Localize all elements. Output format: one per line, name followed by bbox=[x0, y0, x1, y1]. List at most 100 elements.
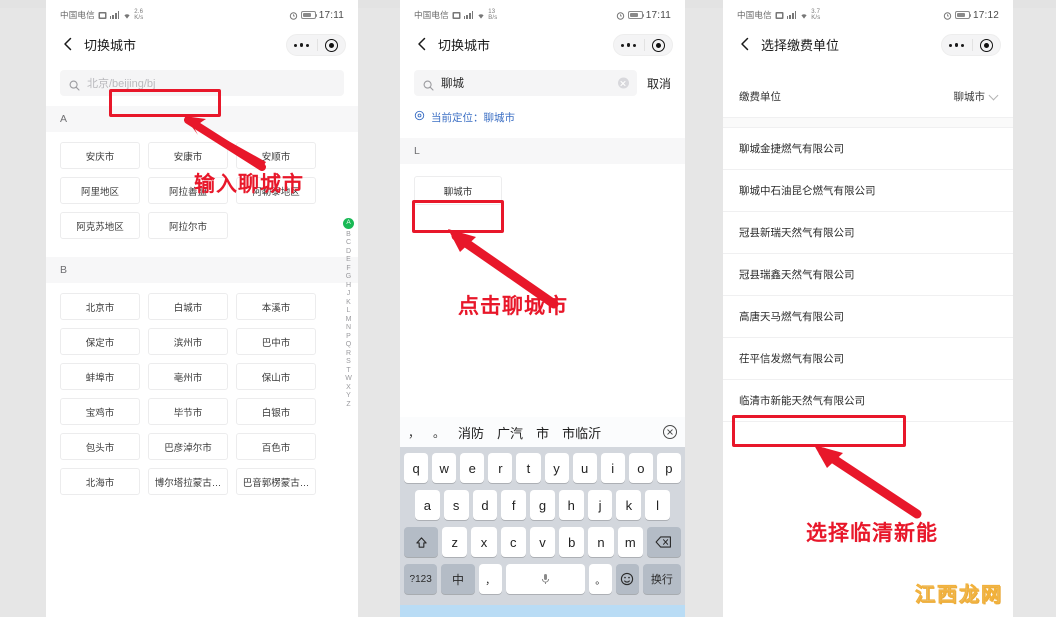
city-chip[interactable]: 巴音郭楞蒙古… bbox=[236, 468, 316, 495]
key-h[interactable]: h bbox=[558, 490, 584, 520]
city-chip[interactable]: 百色市 bbox=[236, 433, 316, 460]
candidate-item[interactable]: ， bbox=[408, 424, 420, 441]
key-u[interactable]: u bbox=[572, 453, 597, 483]
city-chip[interactable]: 安康市 bbox=[148, 142, 228, 169]
company-row[interactable]: 冠县新瑞天然气有限公司 bbox=[723, 212, 1013, 254]
key-z[interactable]: z bbox=[442, 527, 468, 557]
candidate-list[interactable]: ， 。消防 广汽市市临沂 bbox=[408, 423, 601, 442]
key-y[interactable]: y bbox=[544, 453, 569, 483]
more-dots-icon[interactable] bbox=[287, 43, 317, 47]
company-row[interactable]: 茌平信发燃气有限公司 bbox=[723, 338, 1013, 380]
city-chip[interactable]: 巴彦淖尔市 bbox=[148, 433, 228, 460]
index-letter-active[interactable]: A bbox=[343, 218, 354, 229]
company-row[interactable]: 临清市新能天然气有限公司 bbox=[723, 380, 1013, 422]
chevron-left-icon[interactable] bbox=[58, 34, 78, 54]
city-chip[interactable]: 保定市 bbox=[60, 328, 140, 355]
key-d[interactable]: d bbox=[472, 490, 498, 520]
city-chip[interactable]: 蚌埠市 bbox=[60, 363, 140, 390]
city-chip[interactable]: 北海市 bbox=[60, 468, 140, 495]
company-row[interactable]: 高唐天马燃气有限公司 bbox=[723, 296, 1013, 338]
more-dots-icon[interactable] bbox=[614, 43, 644, 47]
index-letter[interactable]: S bbox=[346, 358, 351, 365]
index-letter[interactable]: W bbox=[345, 375, 352, 382]
city-chip[interactable]: 巴中市 bbox=[236, 328, 316, 355]
city-chip[interactable]: 安顺市 bbox=[236, 142, 316, 169]
search-input[interactable]: 北京/beijing/bj bbox=[60, 70, 344, 96]
city-chip[interactable]: 保山市 bbox=[236, 363, 316, 390]
backspace-icon[interactable] bbox=[646, 527, 681, 557]
city-chip[interactable]: 亳州市 bbox=[148, 363, 228, 390]
numeric-key[interactable]: ?123 bbox=[404, 564, 438, 594]
key-l[interactable]: l bbox=[645, 490, 671, 520]
city-result-chip[interactable]: 聊城市 bbox=[414, 176, 502, 205]
city-chip[interactable]: 博尔塔拉蒙古… bbox=[148, 468, 228, 495]
key-x[interactable]: x bbox=[471, 527, 497, 557]
city-chip[interactable]: 毕节市 bbox=[148, 398, 228, 425]
emoji-smiley-icon[interactable] bbox=[615, 564, 639, 594]
index-letter[interactable]: Y bbox=[346, 392, 351, 399]
index-letter[interactable]: R bbox=[346, 350, 351, 357]
city-chip[interactable]: 白银市 bbox=[236, 398, 316, 425]
city-chip[interactable]: 北京市 bbox=[60, 293, 140, 320]
city-chip[interactable]: 阿里地区 bbox=[60, 177, 140, 204]
candidate-item[interactable]: 消防 bbox=[458, 423, 484, 442]
alphabet-index[interactable]: ABCDEFGHJKLMNPQRSTWXYZ bbox=[343, 218, 354, 408]
city-chip[interactable]: 宝鸡市 bbox=[60, 398, 140, 425]
payment-unit-field[interactable]: 缴费单位 聊城市 bbox=[723, 76, 1013, 118]
chevron-left-icon[interactable] bbox=[412, 34, 432, 54]
key-f[interactable]: f bbox=[501, 490, 527, 520]
candidate-item[interactable]: 市临沂 bbox=[562, 423, 601, 442]
target-icon[interactable] bbox=[644, 38, 672, 52]
current-location-row[interactable]: 当前定位：聊城市 bbox=[400, 106, 685, 138]
company-row[interactable]: 聊城中石油昆仑燃气有限公司 bbox=[723, 170, 1013, 212]
search-input[interactable]: 聊城 bbox=[414, 70, 637, 96]
key-t[interactable]: t bbox=[516, 453, 541, 483]
target-icon[interactable] bbox=[317, 38, 345, 52]
index-letter[interactable]: E bbox=[346, 256, 351, 263]
index-letter[interactable]: Z bbox=[346, 401, 350, 408]
language-key[interactable]: 中 bbox=[441, 564, 475, 594]
key-a[interactable]: a bbox=[414, 490, 440, 520]
index-letter[interactable]: P bbox=[346, 333, 351, 340]
key-o[interactable]: o bbox=[628, 453, 653, 483]
index-letter[interactable]: M bbox=[346, 316, 352, 323]
cancel-button[interactable]: 取消 bbox=[647, 75, 671, 92]
candidate-item[interactable]: 广汽 bbox=[497, 423, 523, 442]
key-s[interactable]: s bbox=[443, 490, 469, 520]
key-r[interactable]: r bbox=[488, 453, 513, 483]
city-chip[interactable]: 白城市 bbox=[148, 293, 228, 320]
period-key[interactable]: 。 bbox=[588, 564, 612, 594]
key-n[interactable]: n bbox=[588, 527, 614, 557]
key-g[interactable]: g bbox=[530, 490, 555, 520]
city-chip[interactable]: 滨州市 bbox=[148, 328, 228, 355]
key-e[interactable]: e bbox=[460, 453, 485, 483]
candidate-item[interactable]: 市 bbox=[536, 423, 549, 442]
key-k[interactable]: k bbox=[616, 490, 642, 520]
city-chip[interactable]: 本溪市 bbox=[236, 293, 316, 320]
candidate-close-icon[interactable] bbox=[663, 425, 677, 439]
index-letter[interactable]: D bbox=[346, 248, 351, 255]
index-letter[interactable]: N bbox=[346, 324, 351, 331]
city-chip[interactable]: 阿拉尔市 bbox=[148, 212, 228, 239]
index-letter[interactable]: Q bbox=[346, 341, 351, 348]
key-p[interactable]: p bbox=[656, 453, 681, 483]
index-letter[interactable]: K bbox=[346, 299, 351, 306]
company-row[interactable]: 聊城金捷燃气有限公司 bbox=[723, 128, 1013, 170]
index-letter[interactable]: X bbox=[346, 384, 351, 391]
city-chip[interactable]: 包头市 bbox=[60, 433, 140, 460]
city-chip[interactable]: 安庆市 bbox=[60, 142, 140, 169]
key-i[interactable]: i bbox=[600, 453, 625, 483]
clear-circle-icon[interactable] bbox=[617, 77, 629, 89]
key-m[interactable]: m bbox=[617, 527, 643, 557]
candidate-item[interactable]: 。 bbox=[433, 424, 445, 441]
city-chip[interactable]: 阿克苏地区 bbox=[60, 212, 140, 239]
target-icon[interactable] bbox=[972, 38, 1000, 52]
index-letter[interactable]: G bbox=[346, 273, 351, 280]
index-letter[interactable]: B bbox=[346, 231, 351, 238]
chevron-left-icon[interactable] bbox=[735, 34, 755, 54]
index-letter[interactable]: L bbox=[347, 307, 351, 314]
index-letter[interactable]: T bbox=[346, 367, 350, 374]
key-v[interactable]: v bbox=[529, 527, 556, 557]
key-q[interactable]: q bbox=[404, 453, 429, 483]
enter-key[interactable]: 换行 bbox=[642, 564, 681, 594]
